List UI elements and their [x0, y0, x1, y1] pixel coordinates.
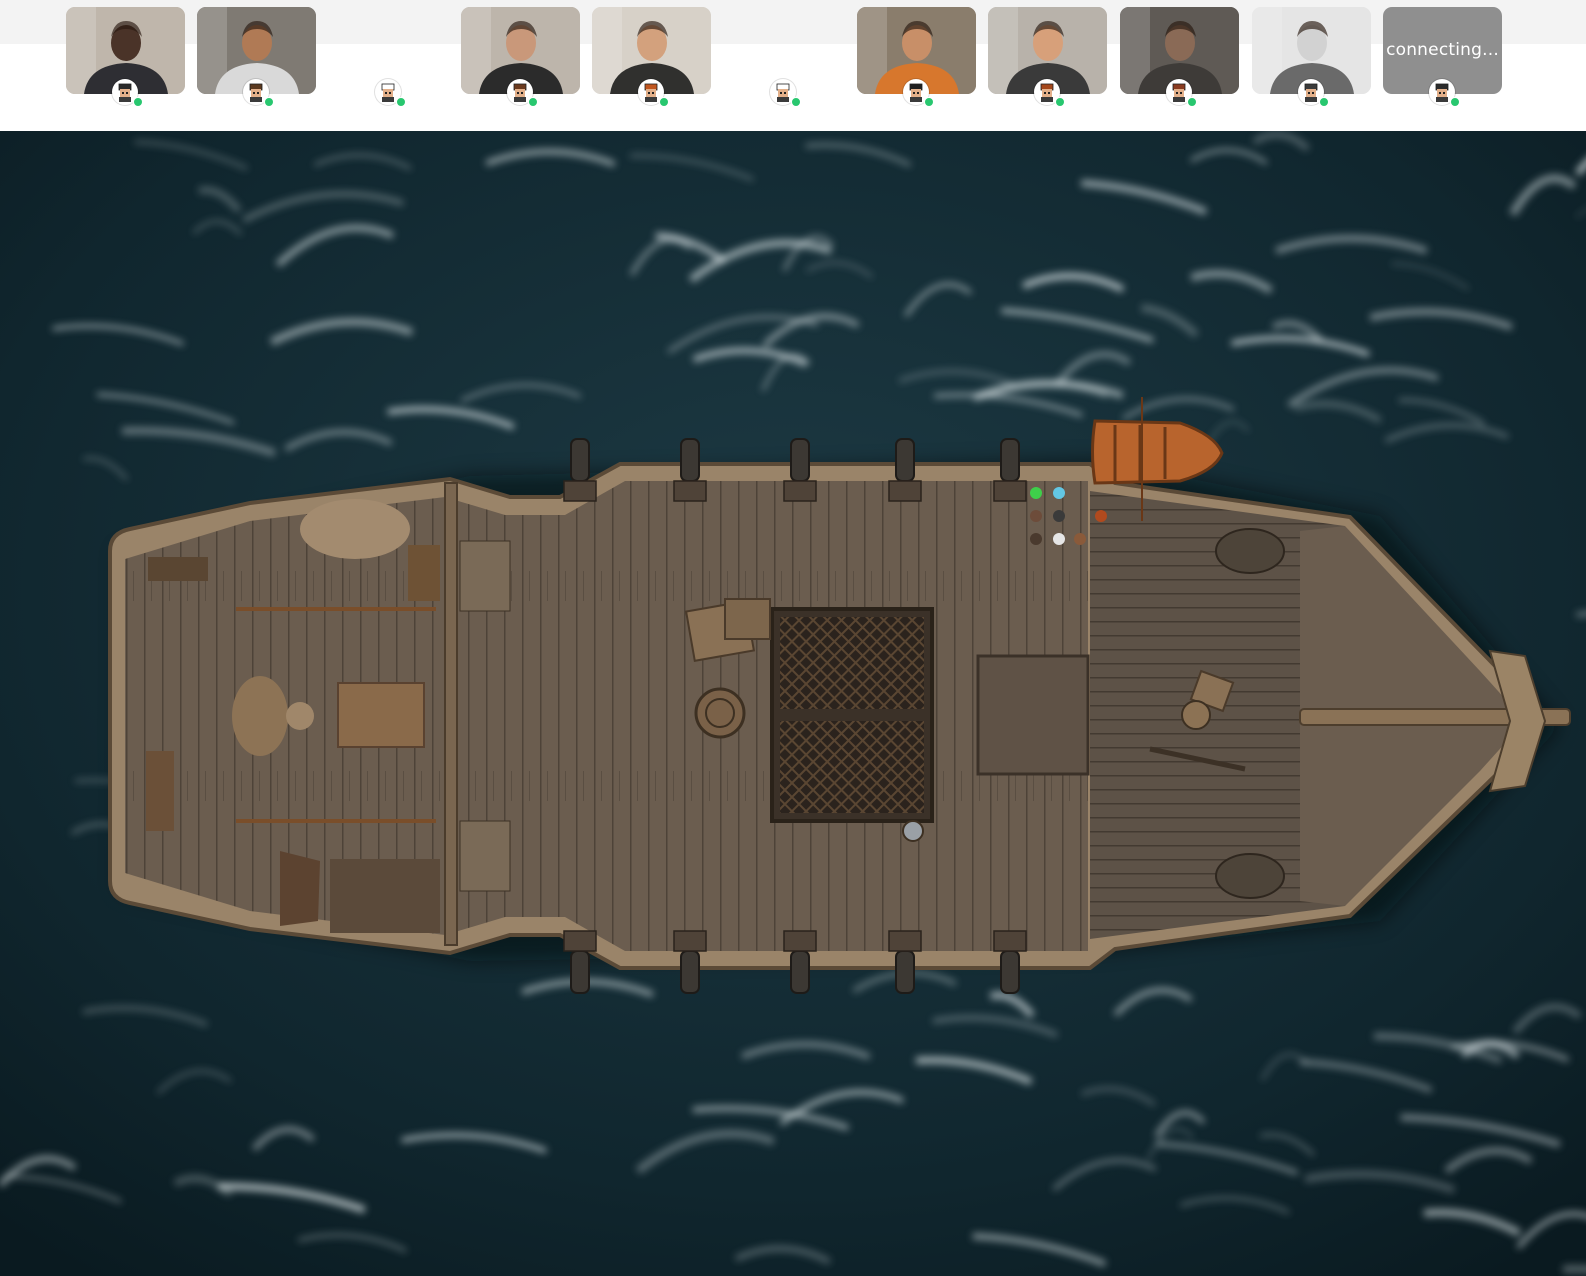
- online-status-dot: [791, 97, 801, 107]
- player-token[interactable]: [1030, 487, 1042, 499]
- player-token[interactable]: [1095, 510, 1107, 522]
- online-status-dot: [133, 97, 143, 107]
- online-status-dot: [264, 97, 274, 107]
- player-token[interactable]: [1053, 533, 1065, 545]
- player-token[interactable]: [1030, 533, 1042, 545]
- online-status-dot: [1055, 97, 1065, 107]
- online-status-dot: [1187, 97, 1197, 107]
- player-token[interactable]: [1074, 533, 1086, 545]
- player-token[interactable]: [1053, 487, 1065, 499]
- ship-map-icon[interactable]: [0, 131, 1586, 1276]
- online-status-dot: [924, 97, 934, 107]
- online-status-dot: [659, 97, 669, 107]
- stairs-starboard: [459, 820, 511, 892]
- player-token[interactable]: [1030, 510, 1042, 522]
- cabin-wall: [444, 482, 458, 946]
- battle-map[interactable]: [0, 131, 1586, 1276]
- cargo-hatch-icon[interactable]: [770, 607, 934, 823]
- bed-icon: [330, 859, 440, 933]
- online-status-dot: [528, 97, 538, 107]
- online-status-dot: [1450, 97, 1460, 107]
- deck-hatch: [976, 654, 1090, 776]
- player-token[interactable]: [1053, 510, 1065, 522]
- online-status-dot: [396, 97, 406, 107]
- stairs-port: [459, 540, 511, 612]
- rug-icon: [337, 682, 425, 748]
- online-status-dot: [1319, 97, 1329, 107]
- connecting-label: connecting...: [1386, 40, 1499, 60]
